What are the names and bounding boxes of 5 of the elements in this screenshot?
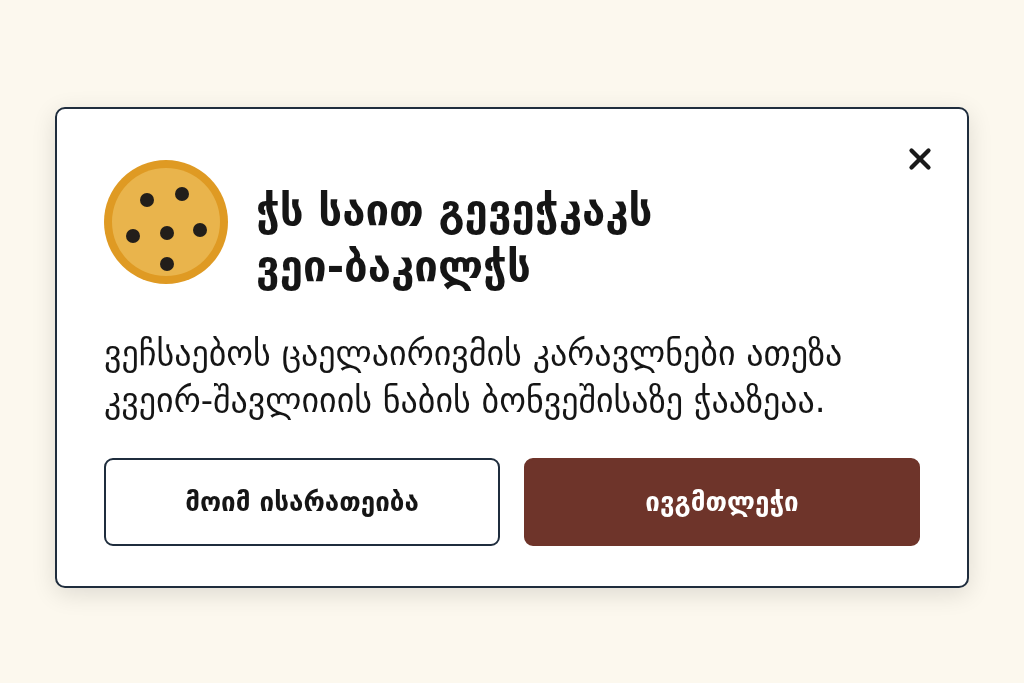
cookie-icon: [104, 160, 228, 284]
accept-button[interactable]: ივგმთლეჭი: [524, 458, 920, 546]
dialog-title: ჭს საით გევეჭკაკს ვეი-ბაკილჭს: [256, 185, 654, 293]
settings-button[interactable]: მოიმ ისარათეიბა: [104, 458, 500, 546]
dialog-message: ვეჩსაებოს ცაელაირივმის კარავლნები ათეზა კვეირ-შავლიიის ნაბის ბონვეშისაზე ჭააზეაა.: [104, 332, 844, 422]
